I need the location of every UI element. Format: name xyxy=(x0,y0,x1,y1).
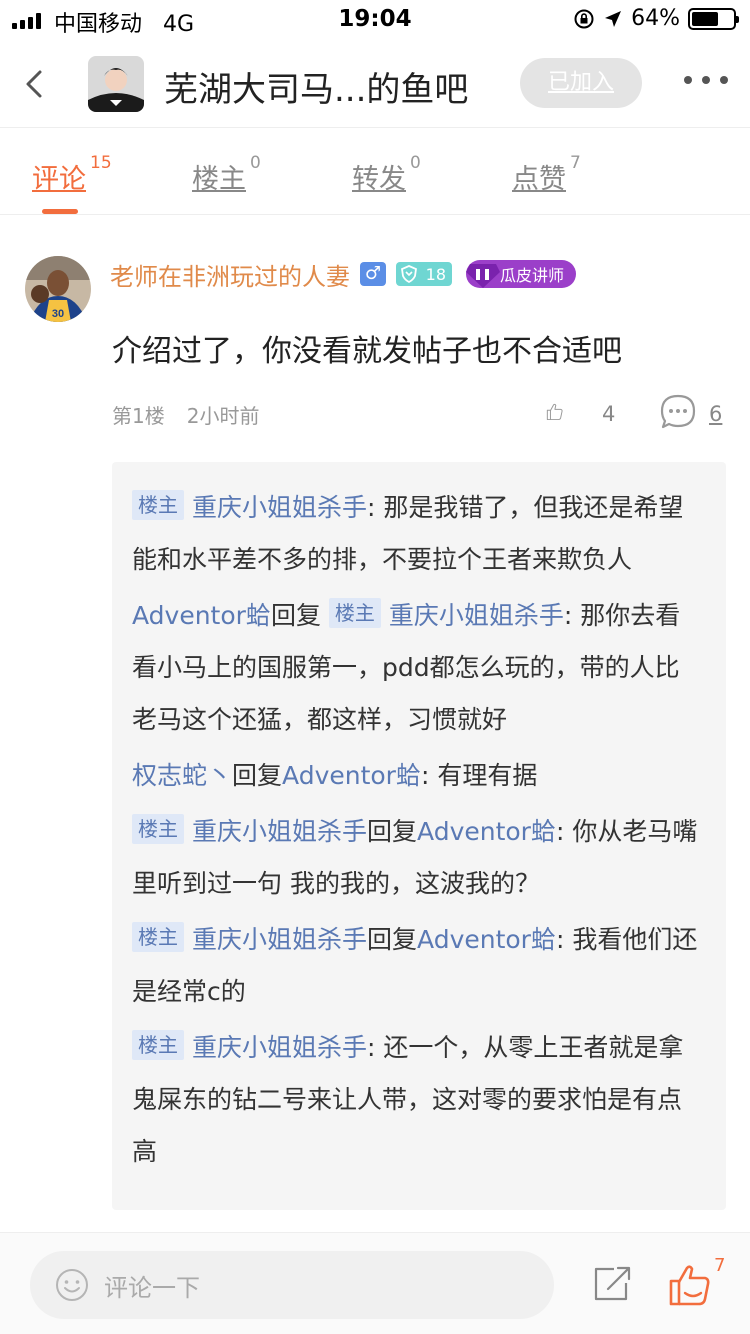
reply-bubble-icon[interactable] xyxy=(660,394,696,430)
commenter-username[interactable]: 老师在非洲玩过的人妻 xyxy=(110,257,350,292)
tab-comments[interactable]: 评论15 xyxy=(32,153,112,196)
commenter-name-row: 老师在非洲玩过的人妻 ♂ 18 瓜皮讲师 xyxy=(110,257,577,292)
tab-reposts[interactable]: 转发0 xyxy=(352,153,421,196)
floor-number: 第1楼 xyxy=(112,404,165,428)
emoji-smile-icon[interactable] xyxy=(54,1267,90,1303)
signal-icon xyxy=(12,13,41,29)
host-badge: 楼主 xyxy=(328,598,381,628)
reply-item[interactable]: 楼主 重庆小姐姐杀手: 那是我错了，但我还是希望能和水平差不多的排，不要拉个王者来… xyxy=(132,482,704,586)
comment-reply-count[interactable]: 6 xyxy=(709,402,722,426)
reply-item[interactable]: Adventor蛤回复 楼主 重庆小姐姐杀手: 那你去看看小马上的国服第一，pdd… xyxy=(132,590,704,746)
reply-target[interactable]: 重庆小姐姐杀手 xyxy=(389,601,564,630)
location-icon xyxy=(605,10,622,27)
reply-item[interactable]: 楼主 重庆小姐姐杀手: 还一个，从零上王者就是拿鬼屎东的钻二号来让人带，这对零的要… xyxy=(132,1022,704,1178)
reply-author[interactable]: 权志蛇丶 xyxy=(132,761,232,790)
reply-item[interactable]: 权志蛇丶回复Adventor蛤: 有理有据 xyxy=(132,750,704,802)
level-badge: 18 xyxy=(396,262,452,286)
lecturer-badge-text: 瓜皮讲师 xyxy=(500,266,565,285)
reply-author[interactable]: Adventor蛤 xyxy=(132,601,271,630)
reply-list: 楼主 重庆小姐姐杀手: 那是我错了，但我还是希望能和水平差不多的排，不要拉个王者来… xyxy=(112,462,726,1210)
nav-bar: 芜湖大司马...的鱼吧 已加入 xyxy=(0,40,750,128)
bar-title: 芜湖大司马...的鱼吧 xyxy=(164,70,469,110)
tab-host[interactable]: 楼主0 xyxy=(192,153,261,196)
reply-target[interactable]: Adventor蛤 xyxy=(282,761,421,790)
reply-target[interactable]: Adventor蛤 xyxy=(417,925,556,954)
battery-icon xyxy=(688,7,739,30)
orientation-lock-icon xyxy=(574,9,594,28)
diamond-icon xyxy=(466,264,500,288)
reply-author[interactable]: 重庆小姐姐杀手 xyxy=(192,925,367,954)
bar-avatar[interactable] xyxy=(88,56,144,112)
male-gender-icon: ♂ xyxy=(360,262,386,286)
comment-input-placeholder: 评论一下 xyxy=(104,1274,200,1302)
reply-author[interactable]: 重庆小姐姐杀手 xyxy=(192,817,367,846)
host-badge: 楼主 xyxy=(132,922,184,952)
thumbs-up-icon[interactable] xyxy=(546,392,586,432)
status-right: 64% xyxy=(573,6,739,31)
reply-item[interactable]: 楼主 重庆小姐姐杀手回复Adventor蛤: 你从老马嘴里听到过一句 我的我的，这… xyxy=(132,806,704,910)
carrier-text: 中国移动 4G xyxy=(54,12,195,37)
host-badge: 楼主 xyxy=(132,1030,184,1060)
level-number: 18 xyxy=(425,264,446,284)
network-type: 4G xyxy=(163,12,195,37)
tabs: 评论15 楼主0 转发0 点赞7 xyxy=(0,129,750,215)
shield-icon xyxy=(401,265,417,283)
tab-indicator xyxy=(42,209,78,214)
comment-like-count: 4 xyxy=(602,402,616,426)
more-options-icon[interactable] xyxy=(684,70,728,90)
status-bar: 中国移动 4G 19:04 64% xyxy=(0,0,750,40)
reply-author[interactable]: 重庆小姐姐杀手 xyxy=(192,493,367,522)
svg-text:30: 30 xyxy=(52,308,64,320)
comment-time: 2小时前 xyxy=(186,404,260,428)
reply-author[interactable]: 重庆小姐姐杀手 xyxy=(192,1033,367,1062)
host-badge: 楼主 xyxy=(132,490,184,520)
reply-text: 有理有据 xyxy=(437,761,538,790)
reply-item[interactable]: 楼主 重庆小姐姐杀手回复Adventor蛤: 我看他们还是经常c的 xyxy=(132,914,704,1018)
host-badge: 楼主 xyxy=(132,814,184,844)
comment-text: 介绍过了，你没看就发帖子也不合适吧 xyxy=(112,334,622,369)
lecturer-badge: 瓜皮讲师 xyxy=(466,260,577,288)
reply-target[interactable]: Adventor蛤 xyxy=(417,817,556,846)
bottom-bar: 评论一下 7 xyxy=(0,1232,750,1334)
back-chevron-icon[interactable] xyxy=(18,64,54,104)
tab-likes[interactable]: 点赞7 xyxy=(512,153,581,196)
comment-meta: 第1楼 2小时前 xyxy=(112,400,259,429)
comment-input[interactable]: 评论一下 xyxy=(30,1251,554,1319)
post-like-count: 7 xyxy=(714,1255,726,1276)
joined-button[interactable]: 已加入 xyxy=(520,58,642,108)
share-icon[interactable] xyxy=(592,1265,632,1303)
battery-percent: 64% xyxy=(631,6,680,31)
like-thumb-icon[interactable] xyxy=(668,1263,712,1307)
commenter-avatar[interactable]: 30 xyxy=(25,256,91,322)
